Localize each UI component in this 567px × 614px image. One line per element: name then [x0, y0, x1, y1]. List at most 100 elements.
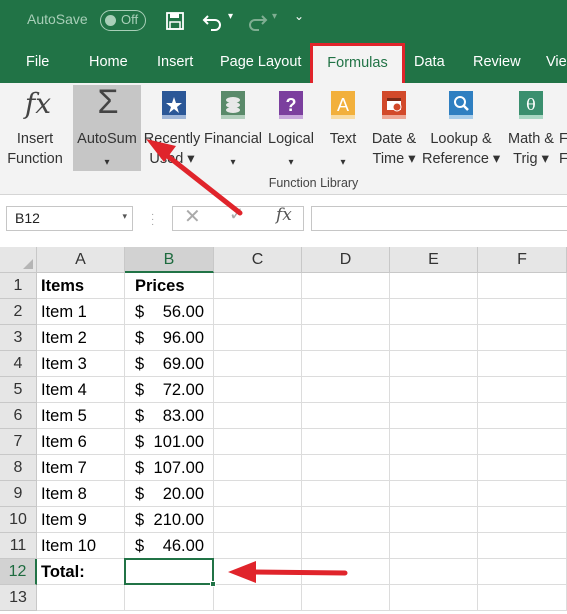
- chevron-down-icon[interactable]: ▾: [122, 211, 127, 222]
- cell-f11[interactable]: [478, 533, 567, 559]
- column-header-c[interactable]: C: [214, 247, 302, 273]
- cell-c10[interactable]: [214, 507, 302, 533]
- cell-b1[interactable]: Prices: [125, 273, 214, 299]
- cell-a11[interactable]: Item 10: [37, 533, 125, 559]
- cell-b5[interactable]: $72.00: [125, 377, 214, 403]
- lookup-reference-button[interactable]: Lookup & Reference ▾: [422, 83, 500, 171]
- row-header-7[interactable]: 7: [0, 429, 37, 455]
- logical-button[interactable]: ? Logical ▾: [264, 83, 318, 171]
- cell-c4[interactable]: [214, 351, 302, 377]
- cell-c1[interactable]: [214, 273, 302, 299]
- cell-f8[interactable]: [478, 455, 567, 481]
- cell-e3[interactable]: [390, 325, 478, 351]
- autosave-toggle[interactable]: Off: [100, 10, 146, 31]
- cell-e4[interactable]: [390, 351, 478, 377]
- cell-d4[interactable]: [302, 351, 390, 377]
- cell-b3[interactable]: $96.00: [125, 325, 214, 351]
- cell-d7[interactable]: [302, 429, 390, 455]
- cell-e1[interactable]: [390, 273, 478, 299]
- cell-d8[interactable]: [302, 455, 390, 481]
- column-header-e[interactable]: E: [390, 247, 478, 273]
- row-header-8[interactable]: 8: [0, 455, 37, 481]
- cell-f9[interactable]: [478, 481, 567, 507]
- cell-b8[interactable]: $107.00: [125, 455, 214, 481]
- enter-icon[interactable]: ✓: [229, 204, 244, 225]
- cell-e13[interactable]: [390, 585, 478, 611]
- row-header-9[interactable]: 9: [0, 481, 37, 507]
- cell-c11[interactable]: [214, 533, 302, 559]
- undo-dropdown-icon[interactable]: ▾: [228, 11, 233, 22]
- more-functions-button[interactable]: F F: [558, 83, 567, 171]
- date-time-button[interactable]: Date & Time ▾: [366, 83, 422, 171]
- row-header-1[interactable]: 1: [0, 273, 37, 299]
- cell-c6[interactable]: [214, 403, 302, 429]
- tab-review[interactable]: Review: [473, 54, 521, 70]
- financial-button[interactable]: Financial ▾: [203, 83, 263, 171]
- cell-f1[interactable]: [478, 273, 567, 299]
- cell-d2[interactable]: [302, 299, 390, 325]
- cell-e2[interactable]: [390, 299, 478, 325]
- recently-used-button[interactable]: Recently Used ▾: [143, 83, 201, 171]
- cell-a4[interactable]: Item 3: [37, 351, 125, 377]
- cell-f2[interactable]: [478, 299, 567, 325]
- cell-e7[interactable]: [390, 429, 478, 455]
- resize-handle-icon[interactable]: · · ·: [151, 210, 157, 230]
- undo-icon[interactable]: [202, 9, 224, 33]
- fill-handle[interactable]: [210, 581, 216, 587]
- cell-b11[interactable]: $46.00: [125, 533, 214, 559]
- cell-a10[interactable]: Item 9: [37, 507, 125, 533]
- cell-b13[interactable]: [125, 585, 214, 611]
- tab-data[interactable]: Data: [414, 54, 445, 70]
- row-header-10[interactable]: 10: [0, 507, 37, 533]
- column-header-f[interactable]: F: [478, 247, 567, 273]
- cell-b10[interactable]: $210.00: [125, 507, 214, 533]
- tab-page-layout[interactable]: Page Layout: [220, 54, 301, 70]
- cell-d12[interactable]: [302, 559, 390, 585]
- tab-insert[interactable]: Insert: [157, 54, 193, 70]
- cell-d1[interactable]: [302, 273, 390, 299]
- insert-function-icon[interactable]: fx: [276, 205, 292, 225]
- name-box[interactable]: B12 ▾: [6, 206, 133, 231]
- tab-view[interactable]: Vie: [546, 54, 567, 70]
- cell-a13[interactable]: [37, 585, 125, 611]
- cell-f13[interactable]: [478, 585, 567, 611]
- column-header-d[interactable]: D: [302, 247, 390, 273]
- select-all-corner[interactable]: [0, 247, 37, 273]
- cell-b6[interactable]: $83.00: [125, 403, 214, 429]
- cell-d6[interactable]: [302, 403, 390, 429]
- cell-a2[interactable]: Item 1: [37, 299, 125, 325]
- cell-a5[interactable]: Item 4: [37, 377, 125, 403]
- cell-f12[interactable]: [478, 559, 567, 585]
- cell-e6[interactable]: [390, 403, 478, 429]
- cell-c7[interactable]: [214, 429, 302, 455]
- customize-toolbar-icon[interactable]: ⌄: [294, 9, 304, 23]
- cell-d10[interactable]: [302, 507, 390, 533]
- redo-icon[interactable]: [246, 9, 268, 33]
- cell-c3[interactable]: [214, 325, 302, 351]
- row-header-4[interactable]: 4: [0, 351, 37, 377]
- cell-e8[interactable]: [390, 455, 478, 481]
- row-header-6[interactable]: 6: [0, 403, 37, 429]
- row-header-2[interactable]: 2: [0, 299, 37, 325]
- cell-d9[interactable]: [302, 481, 390, 507]
- row-header-3[interactable]: 3: [0, 325, 37, 351]
- cancel-icon[interactable]: ✕: [184, 204, 201, 229]
- cell-e12[interactable]: [390, 559, 478, 585]
- cell-d13[interactable]: [302, 585, 390, 611]
- row-header-12[interactable]: 12: [0, 559, 37, 585]
- cell-c5[interactable]: [214, 377, 302, 403]
- cell-b2[interactable]: $56.00: [125, 299, 214, 325]
- text-button[interactable]: A Text ▾: [322, 83, 364, 171]
- cell-c2[interactable]: [214, 299, 302, 325]
- column-header-a[interactable]: A: [37, 247, 125, 273]
- cell-e9[interactable]: [390, 481, 478, 507]
- cell-f7[interactable]: [478, 429, 567, 455]
- cell-e11[interactable]: [390, 533, 478, 559]
- cell-c12[interactable]: [214, 559, 302, 585]
- row-header-13[interactable]: 13: [0, 585, 37, 611]
- cell-a9[interactable]: Item 8: [37, 481, 125, 507]
- cell-a3[interactable]: Item 2: [37, 325, 125, 351]
- cell-f5[interactable]: [478, 377, 567, 403]
- cell-b7[interactable]: $101.00: [125, 429, 214, 455]
- cell-c9[interactable]: [214, 481, 302, 507]
